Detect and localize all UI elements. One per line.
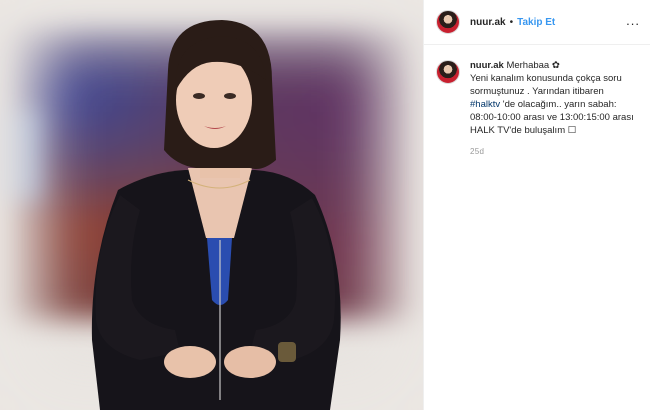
post-header: nuur.ak • Takip Et ... [424,0,650,45]
post-side-panel: nuur.ak • Takip Et ... nuur.ak Merhabaa … [423,0,650,410]
caption-text-1: Yeni kanalım konusunda çokça soru sormuş… [470,73,622,97]
instagram-post: nuur.ak • Takip Et ... nuur.ak Merhabaa … [0,0,650,410]
header-separator: • [509,16,514,28]
more-options-icon[interactable]: ... [626,14,640,27]
profile-avatar[interactable] [436,10,460,34]
caption-comment: nuur.ak Merhabaa ✿ Yeni kanalım konusund… [424,45,650,158]
hashtag-link[interactable]: #halktv [470,99,500,110]
follow-button[interactable]: Takip Et [517,17,555,28]
caption-avatar[interactable] [436,60,460,84]
caption-body: nuur.ak Merhabaa ✿ Yeni kanalım konusund… [470,59,638,158]
caption-greeting: Merhabaa ✿ [506,60,560,71]
post-timestamp[interactable]: 25d [470,145,638,158]
author-username[interactable]: nuur.ak [470,17,506,28]
caption-username[interactable]: nuur.ak [470,60,504,71]
post-photo[interactable] [0,0,423,410]
presenter-figure [91,20,341,410]
